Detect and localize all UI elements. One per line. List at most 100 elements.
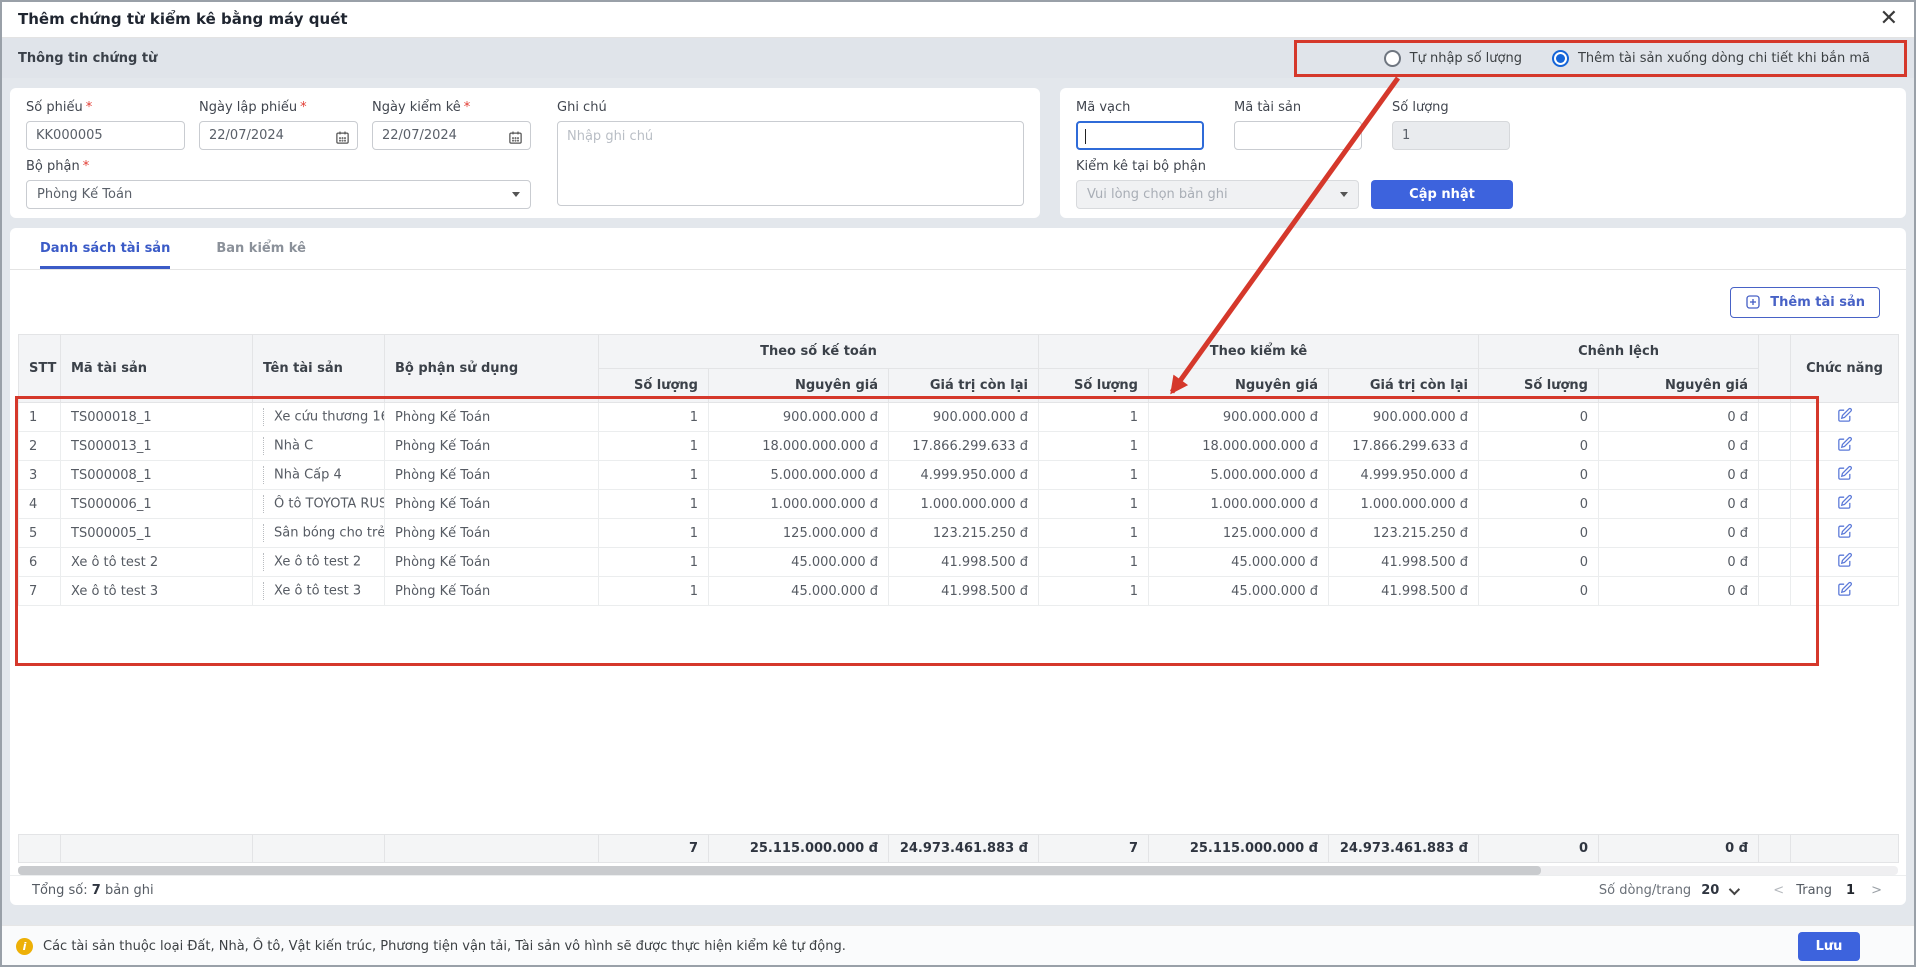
chevron-down-icon (1340, 192, 1348, 197)
bo-phan-value: Phòng Kế Toán (37, 187, 132, 202)
cell-kk-nguyen-gia: 1.000.000.000 đ (1149, 490, 1329, 519)
ghi-chu-label: Ghi chú (557, 100, 1024, 115)
field-bo-phan: Bộ phận* Phòng Kế Toán (26, 159, 531, 209)
col-kk-gia-tri-con-lai: Giá trị còn lại (1329, 369, 1479, 403)
cell-ten-tai-san[interactable]: Ô tô TOYOTA RUS... (253, 490, 385, 519)
cell-stt: 4 (19, 490, 61, 519)
cell-stt: 6 (19, 548, 61, 577)
cell-kt-nguyen-gia: 5.000.000.000 đ (709, 461, 889, 490)
cell-cl-nguyen-gia: 0 đ (1599, 461, 1759, 490)
ngay-lap-input[interactable] (199, 121, 358, 150)
cell-bo-phan: Phòng Kế Toán (385, 403, 599, 432)
so-phieu-input[interactable] (26, 121, 185, 150)
table-row[interactable]: 3 TS000008_1 Nhà Cấp 4 Phòng Kế Toán 1 5… (19, 461, 1899, 490)
update-button[interactable]: Cập nhật (1371, 180, 1513, 209)
table-row[interactable]: 2 TS000013_1 Nhà C Phòng Kế Toán 1 18.00… (19, 432, 1899, 461)
edit-icon[interactable] (1836, 494, 1853, 511)
record-count: Tổng số: 7 bản ghi (32, 883, 154, 898)
col-kt-gia-tri-con-lai: Giá trị còn lại (889, 369, 1039, 403)
cell-kk-gia-tri-con-lai: 4.999.950.000 đ (1329, 461, 1479, 490)
next-page-icon[interactable]: > (1869, 883, 1884, 898)
cell-filler (1759, 548, 1791, 577)
cell-ten-tai-san[interactable]: Nhà C (253, 432, 385, 461)
cell-ma-tai-san: TS000013_1 (61, 432, 253, 461)
col-kk-so-luong: Số lượng (1039, 369, 1149, 403)
cell-stt: 2 (19, 432, 61, 461)
cell-kt-so-luong: 1 (599, 432, 709, 461)
kiem-ke-bo-phan-placeholder: Vui lòng chọn bản ghi (1087, 187, 1228, 202)
radio-scan-newline[interactable]: Thêm tài sản xuống dòng chi tiết khi bắn… (1552, 50, 1870, 67)
radio-unchecked-icon[interactable] (1384, 50, 1401, 67)
drag-dots-icon (263, 466, 265, 484)
table-row[interactable]: 1 TS000018_1 Xe cứu thương 16 ... Phòng … (19, 403, 1899, 432)
cell-kt-gia-tri-con-lai: 41.998.500 đ (889, 577, 1039, 606)
drag-dots-icon (263, 524, 265, 542)
close-icon[interactable]: ✕ (1880, 8, 1898, 30)
cell-stt: 1 (19, 403, 61, 432)
plus-square-icon (1745, 294, 1761, 310)
cell-kt-so-luong: 1 (599, 548, 709, 577)
total-kk-nguyen-gia: 25.115.000.000 đ (1149, 835, 1329, 863)
cell-kt-nguyen-gia: 900.000.000 đ (709, 403, 889, 432)
cell-ten-tai-san[interactable]: Xe ô tô test 3 (253, 577, 385, 606)
ghi-chu-textarea[interactable] (557, 121, 1024, 206)
cell-bo-phan: Phòng Kế Toán (385, 490, 599, 519)
scrollbar-thumb[interactable] (18, 866, 1541, 875)
so-luong-input (1392, 121, 1510, 150)
prev-page-icon[interactable]: < (1771, 883, 1786, 898)
cell-kk-gia-tri-con-lai: 1.000.000.000 đ (1329, 490, 1479, 519)
table-row[interactable]: 7 Xe ô tô test 3 Xe ô tô test 3 Phòng Kế… (19, 577, 1899, 606)
cell-ten-tai-san[interactable]: Xe ô tô test 2 (253, 548, 385, 577)
total-kt-gia-tri-con-lai: 24.973.461.883 đ (889, 835, 1039, 863)
edit-icon[interactable] (1836, 436, 1853, 453)
cell-ten-tai-san[interactable]: Xe cứu thương 16 ... (253, 403, 385, 432)
edit-icon[interactable] (1836, 407, 1853, 424)
table-row[interactable]: 6 Xe ô tô test 2 Xe ô tô test 2 Phòng Kế… (19, 548, 1899, 577)
save-button[interactable]: Lưu (1798, 932, 1860, 961)
edit-icon[interactable] (1836, 465, 1853, 482)
cell-kt-nguyen-gia: 18.000.000.000 đ (709, 432, 889, 461)
cell-stt: 5 (19, 519, 61, 548)
cell-ten-tai-san[interactable]: Nhà Cấp 4 (253, 461, 385, 490)
bo-phan-select[interactable]: Phòng Kế Toán (26, 180, 531, 209)
field-ma-vach: Mã vạch (1076, 100, 1204, 150)
table-toolbar: Thêm tài sản (10, 270, 1906, 334)
chevron-down-icon[interactable] (1729, 883, 1740, 894)
drag-dots-icon (263, 495, 265, 513)
edit-icon[interactable] (1836, 581, 1853, 598)
cell-ten-tai-san[interactable]: Sân bóng cho trẻ (253, 519, 385, 548)
cell-kk-gia-tri-con-lai: 41.998.500 đ (1329, 548, 1479, 577)
colgroup-chenh-lech: Chênh lệch (1479, 335, 1759, 369)
table-row[interactable]: 5 TS000005_1 Sân bóng cho trẻ Phòng Kế T… (19, 519, 1899, 548)
cell-kt-nguyen-gia: 1.000.000.000 đ (709, 490, 889, 519)
col-bo-phan-su-dung: Bộ phận sử dụng (385, 335, 599, 403)
rows-per-page-label: Số dòng/trang (1599, 883, 1691, 898)
radio-checked-icon[interactable] (1552, 50, 1569, 67)
tab-danh-sach-tai-san[interactable]: Danh sách tài sản (40, 228, 170, 269)
rows-per-page-select[interactable]: 20 (1701, 883, 1719, 898)
cell-cl-so-luong: 0 (1479, 403, 1599, 432)
table-row[interactable]: 4 TS000006_1 Ô tô TOYOTA RUS... Phòng Kế… (19, 490, 1899, 519)
field-ngay-kiem-ke: Ngày kiểm kê* (372, 100, 531, 150)
cell-cl-nguyen-gia: 0 đ (1599, 577, 1759, 606)
tab-ban-kiem-ke[interactable]: Ban kiểm kê (216, 228, 306, 269)
edit-icon[interactable] (1836, 523, 1853, 540)
total-kt-so-luong: 7 (599, 835, 709, 863)
radio-manual-quantity[interactable]: Tự nhập số lượng (1384, 50, 1522, 67)
cell-cl-so-luong: 0 (1479, 461, 1599, 490)
kiem-ke-bo-phan-select[interactable]: Vui lòng chọn bản ghi (1076, 180, 1359, 209)
ma-vach-input[interactable] (1076, 121, 1204, 150)
cell-stt: 7 (19, 577, 61, 606)
ngay-kiem-ke-input[interactable] (372, 121, 531, 150)
total-kk-so-luong: 7 (1039, 835, 1149, 863)
note-text: Các tài sản thuộc loại Đất, Nhà, Ô tô, V… (43, 939, 846, 954)
bo-phan-label: Bộ phận* (26, 159, 531, 174)
cell-kt-so-luong: 1 (599, 490, 709, 519)
col-stt: STT (19, 335, 61, 403)
add-asset-button[interactable]: Thêm tài sản (1730, 287, 1880, 318)
modal-header: Thêm chứng từ kiểm kê bằng máy quét ✕ (0, 0, 1916, 38)
edit-icon[interactable] (1836, 552, 1853, 569)
total-kk-gia-tri-con-lai: 24.973.461.883 đ (1329, 835, 1479, 863)
ma-tai-san-input[interactable] (1234, 121, 1362, 150)
col-kt-so-luong: Số lượng (599, 369, 709, 403)
